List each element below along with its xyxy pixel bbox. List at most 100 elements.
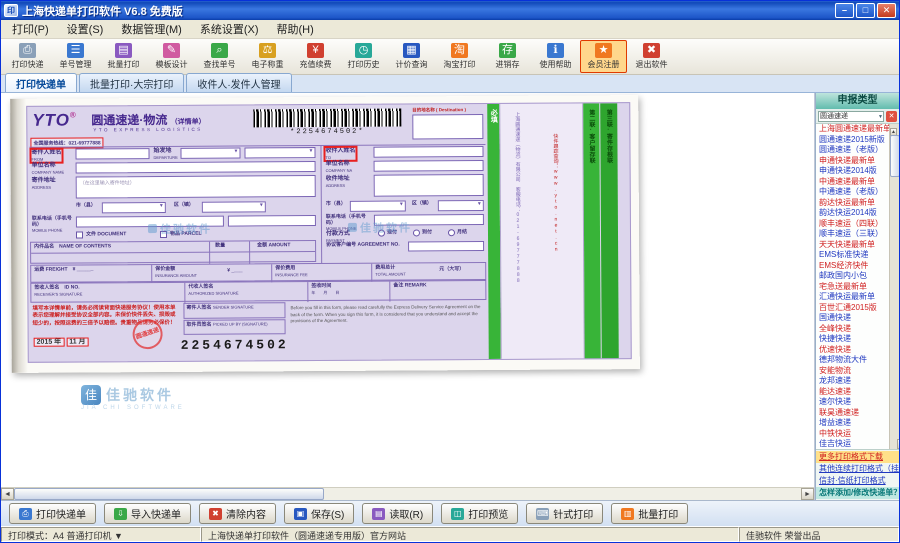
template-list-item[interactable]: 圆通速递2015新版 [816, 135, 889, 146]
toolbar-button[interactable]: 存 进销存 [484, 40, 531, 73]
toolbar-button[interactable]: ¥ 充值续费 [292, 40, 339, 73]
pay-monthly-radio[interactable] [448, 229, 455, 236]
template-list-item[interactable]: 速尔快递 [816, 397, 889, 408]
template-list-item[interactable]: 增益速递 [816, 418, 889, 429]
template-list-item[interactable]: 中铁快运 [816, 429, 889, 440]
action-button[interactable]: ▥ 批量打印 [611, 503, 688, 524]
template-list-item[interactable]: 汇通快运最新单 [816, 292, 889, 303]
tab[interactable]: 收件人·发件人管理 [186, 73, 291, 92]
sender-address-input[interactable]: （在这里输入寄件地址） [76, 175, 316, 198]
template-list-item[interactable]: 佳吉快运 [816, 439, 889, 449]
toolbar-button[interactable]: ℹ 使用帮助 [532, 40, 579, 73]
clear-filter-icon[interactable]: ✕ [886, 111, 897, 122]
menu-item[interactable]: 系统设置(X) [191, 19, 268, 39]
tab[interactable]: 批量打印·大宗打印 [79, 73, 184, 92]
scroll-left-icon[interactable] [1, 488, 14, 500]
menu-item[interactable]: 数据管理(M) [112, 19, 191, 39]
action-button[interactable]: ▣ 保存(S) [284, 503, 354, 524]
template-list-item[interactable]: 邮政国内小包 [816, 271, 889, 282]
template-list-item[interactable]: 安能物流 [816, 366, 889, 377]
pickup-sign-box[interactable]: 取件员签名 PICKED UP BY (SIGNATURE) [184, 319, 286, 335]
origin-select[interactable] [180, 148, 240, 159]
panel-link[interactable]: 更多打印格式下载 [816, 451, 899, 463]
origin-city-select[interactable] [244, 147, 315, 158]
recipient-district-select[interactable] [438, 200, 484, 211]
sender-city-select[interactable] [102, 202, 166, 213]
template-list-item[interactable]: 中通速递最新单 [816, 177, 889, 188]
action-button[interactable]: ⎙ 打印快递单 [9, 503, 96, 524]
toolbar-button[interactable]: ⎙ 打印快递 [4, 40, 51, 73]
menu-item[interactable]: 帮助(H) [268, 19, 323, 39]
template-list-item[interactable]: 韵达快运2014版 [816, 208, 889, 219]
panel-link[interactable]: 信封·信纸打印格式 [816, 475, 899, 487]
toolbar-button[interactable]: ▦ 计价查询 [388, 40, 435, 73]
sender-sign-box[interactable]: 寄件人签名 SENDER SIGNATURE [183, 302, 285, 319]
sender-phone2-input[interactable] [228, 215, 316, 227]
close-button[interactable]: ✕ [877, 3, 896, 18]
toolbar-button[interactable]: ◷ 打印历史 [340, 40, 387, 73]
recipient-company-input[interactable] [374, 160, 484, 172]
tab[interactable]: 打印快递单 [5, 73, 77, 92]
action-button[interactable]: ⌨ 针式打印 [526, 503, 603, 524]
template-list-item[interactable]: 申通快递最新单 [816, 156, 889, 167]
scroll-right-icon[interactable] [801, 488, 814, 500]
template-list-item[interactable]: 申通快递2014版 [816, 166, 889, 177]
action-button[interactable]: ⇩ 导入快递单 [104, 503, 191, 524]
template-list-item[interactable]: EMS经济快件 [816, 261, 889, 272]
action-button[interactable]: ◫ 打印预览 [441, 503, 518, 524]
horizontal-scrollbar[interactable] [1, 487, 814, 500]
pay-collect-radio[interactable] [413, 229, 420, 236]
panel-scrollbar-thumb[interactable] [890, 135, 899, 177]
toolbar-button[interactable]: ▤ 批量打印 [100, 40, 147, 73]
status-print-mode[interactable]: 打印模式：A4 普通打印机 ▼ [1, 527, 201, 542]
template-list-item[interactable]: 龙邦速递 [816, 376, 889, 387]
template-list-item[interactable]: 能达速递 [816, 387, 889, 398]
maximize-button[interactable]: □ [856, 3, 875, 18]
sender-company-input[interactable] [76, 161, 316, 173]
template-list-item[interactable]: 圆通速递（老版） [816, 145, 889, 156]
template-list-item[interactable]: 宅急送最新单 [816, 282, 889, 293]
recipient-address-input[interactable] [374, 174, 484, 197]
scroll-down-icon[interactable] [897, 439, 899, 449]
template-list-item[interactable]: 天天快递最新单 [816, 240, 889, 251]
panel-scrollbar[interactable] [889, 124, 899, 449]
template-list-item[interactable]: 顺丰速运（四联） [816, 219, 889, 230]
sender-company-label: 单位名称COMPANY NAME [32, 163, 65, 175]
template-list-item[interactable]: 全峰快递 [816, 324, 889, 335]
toolbar-button[interactable]: ⌕ 查找单号 [196, 40, 243, 73]
template-filter-dropdown[interactable]: 圆通速递 [818, 111, 884, 122]
document-checkbox[interactable] [76, 231, 83, 238]
template-list-item[interactable]: 顺丰速运（三联） [816, 229, 889, 240]
toolbar-button[interactable]: ★ 会员注册 [580, 40, 627, 73]
template-list-item[interactable]: 上海圆通速递最新单 [816, 124, 889, 135]
template-list-item[interactable]: 百世汇通2015版 [816, 303, 889, 314]
template-list-item[interactable]: 联昊通速递 [816, 408, 889, 419]
agreement-input[interactable] [408, 241, 484, 251]
toolbar-button[interactable]: ✖ 退出软件 [628, 40, 675, 73]
template-list-item[interactable]: 德邦物流大件 [816, 355, 889, 366]
template-list-item[interactable]: 快捷快递 [816, 334, 889, 345]
panel-link[interactable]: 怎样添加/修改快递单？ [816, 487, 899, 499]
minimize-button[interactable]: – [835, 3, 854, 18]
menu-item[interactable]: 打印(P) [3, 19, 58, 39]
destination-input[interactable] [412, 114, 483, 139]
sender-name-input[interactable] [75, 148, 149, 159]
menu-item[interactable]: 设置(S) [58, 19, 113, 39]
toolbar-button[interactable]: ☰ 单号管理 [52, 40, 99, 73]
template-list-item[interactable]: 优速快递 [816, 345, 889, 356]
sender-district-select[interactable] [202, 201, 266, 212]
template-list-item[interactable]: 中通速递（老版） [816, 187, 889, 198]
contents-table[interactable]: 内件品名 NAME OF CONTENTS 数量 金额 AMOUNT [30, 240, 316, 264]
toolbar-button[interactable]: 淘 淘宝打印 [436, 40, 483, 73]
recipient-city-select[interactable] [350, 201, 406, 212]
template-list-item[interactable]: 韵达快运最新单 [816, 198, 889, 209]
toolbar-button[interactable]: ✎ 模板设计 [148, 40, 195, 73]
scrollbar-thumb[interactable] [14, 488, 324, 500]
toolbar-button[interactable]: ⚖ 电子称重 [244, 40, 291, 73]
recipient-name-input[interactable] [373, 146, 483, 158]
template-list-item[interactable]: 国通快递 [816, 313, 889, 324]
panel-link[interactable]: 其他连续打印格式（挂号信） [816, 463, 899, 475]
action-button[interactable]: ✖ 清除内容 [199, 503, 276, 524]
template-list-item[interactable]: EMS标准快递 [816, 250, 889, 261]
action-button[interactable]: ▤ 读取(R) [362, 503, 433, 524]
